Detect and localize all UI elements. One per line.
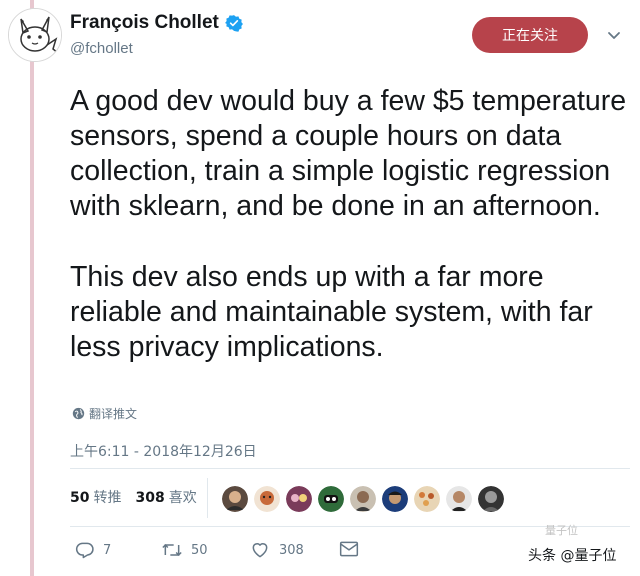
- verified-badge-icon: [224, 15, 243, 32]
- watermark: 头条 @量子位: [528, 548, 617, 564]
- display-name[interactable]: François Chollet: [70, 12, 219, 34]
- user-handle[interactable]: @fchollet: [70, 40, 133, 57]
- reply-icon: [75, 542, 94, 559]
- direct-message-action[interactable]: [339, 540, 359, 558]
- translate-label[interactable]: 翻译推文: [89, 405, 137, 422]
- translate-tweet-link[interactable]: 翻译推文: [72, 405, 137, 422]
- reply-action[interactable]: 7: [75, 540, 111, 560]
- globe-icon: [72, 407, 85, 420]
- liker-avatar[interactable]: [478, 486, 504, 512]
- likes-stat[interactable]: 308 喜欢: [135, 487, 196, 507]
- watermark-faint: 量子位: [545, 524, 578, 537]
- pikachu-avatar-icon: [9, 9, 61, 61]
- tweet-timestamp[interactable]: 上午6:11 - 2018年12月26日: [70, 441, 257, 461]
- retweet-icon: [162, 543, 182, 557]
- stats-separator: [207, 478, 208, 518]
- following-button[interactable]: 正在关注: [472, 17, 588, 53]
- avatar[interactable]: [8, 8, 62, 62]
- retweet-action[interactable]: 50: [161, 540, 208, 560]
- left-accent-bar: [30, 0, 34, 576]
- retweet-count: 50: [191, 542, 208, 558]
- likes-count: 308: [135, 490, 165, 506]
- reply-count: 7: [103, 542, 112, 558]
- action-bar: 7 50 308: [75, 540, 375, 562]
- like-action[interactable]: 308: [249, 540, 304, 560]
- liker-avatar[interactable]: [446, 486, 472, 512]
- liker-avatar[interactable]: [254, 486, 280, 512]
- tweet-text: A good dev would buy a few $5 temperatur…: [70, 84, 630, 365]
- liker-avatars: [222, 486, 504, 512]
- retweets-count: 50: [70, 490, 90, 506]
- tweet-paragraph: A good dev would buy a few $5 temperatur…: [70, 85, 627, 222]
- envelope-icon: [339, 541, 359, 557]
- liker-avatar[interactable]: [222, 486, 248, 512]
- stats-row: 50 转推 308 喜欢: [70, 487, 197, 507]
- chevron-down-icon[interactable]: [606, 27, 622, 43]
- liker-avatar[interactable]: [382, 486, 408, 512]
- retweets-label: 转推: [93, 490, 122, 506]
- likes-label: 喜欢: [168, 490, 197, 506]
- liker-avatar[interactable]: [286, 486, 312, 512]
- liker-avatar[interactable]: [414, 486, 440, 512]
- tweet-paragraph: This dev also ends up with a far more re…: [70, 261, 593, 363]
- liker-avatar[interactable]: [318, 486, 344, 512]
- like-count: 308: [279, 542, 304, 558]
- name-row: François Chollet: [70, 12, 243, 34]
- retweets-stat[interactable]: 50 转推: [70, 487, 121, 507]
- divider: [70, 468, 630, 469]
- liker-avatar[interactable]: [350, 486, 376, 512]
- heart-icon: [252, 543, 268, 558]
